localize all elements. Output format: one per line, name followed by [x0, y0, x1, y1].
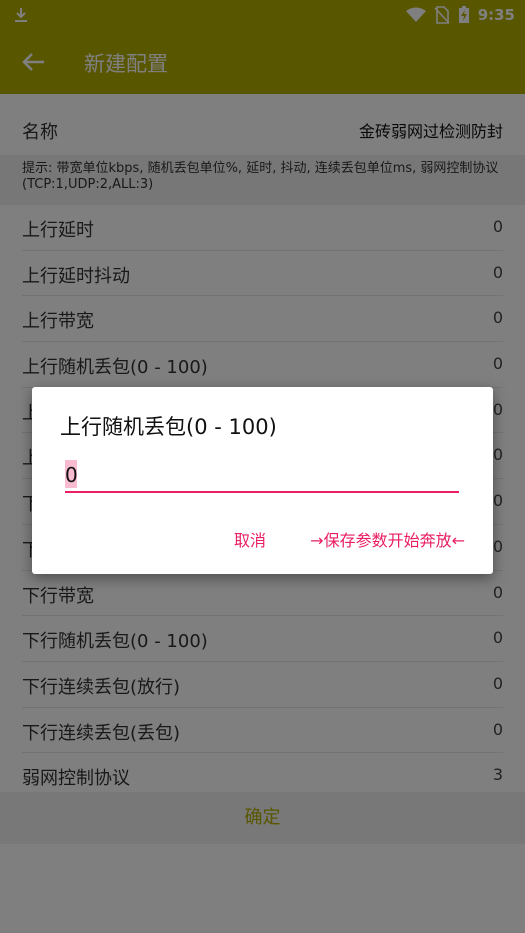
edit-value-dialog: 上行随机丢包(0 - 100) 取消 →保存参数开始奔放← — [32, 387, 493, 574]
dialog-title: 上行随机丢包(0 - 100) — [60, 415, 277, 439]
value-input[interactable] — [65, 459, 459, 493]
cancel-button[interactable]: 取消 — [234, 527, 266, 551]
save-button[interactable]: →保存参数开始奔放← — [310, 527, 465, 551]
